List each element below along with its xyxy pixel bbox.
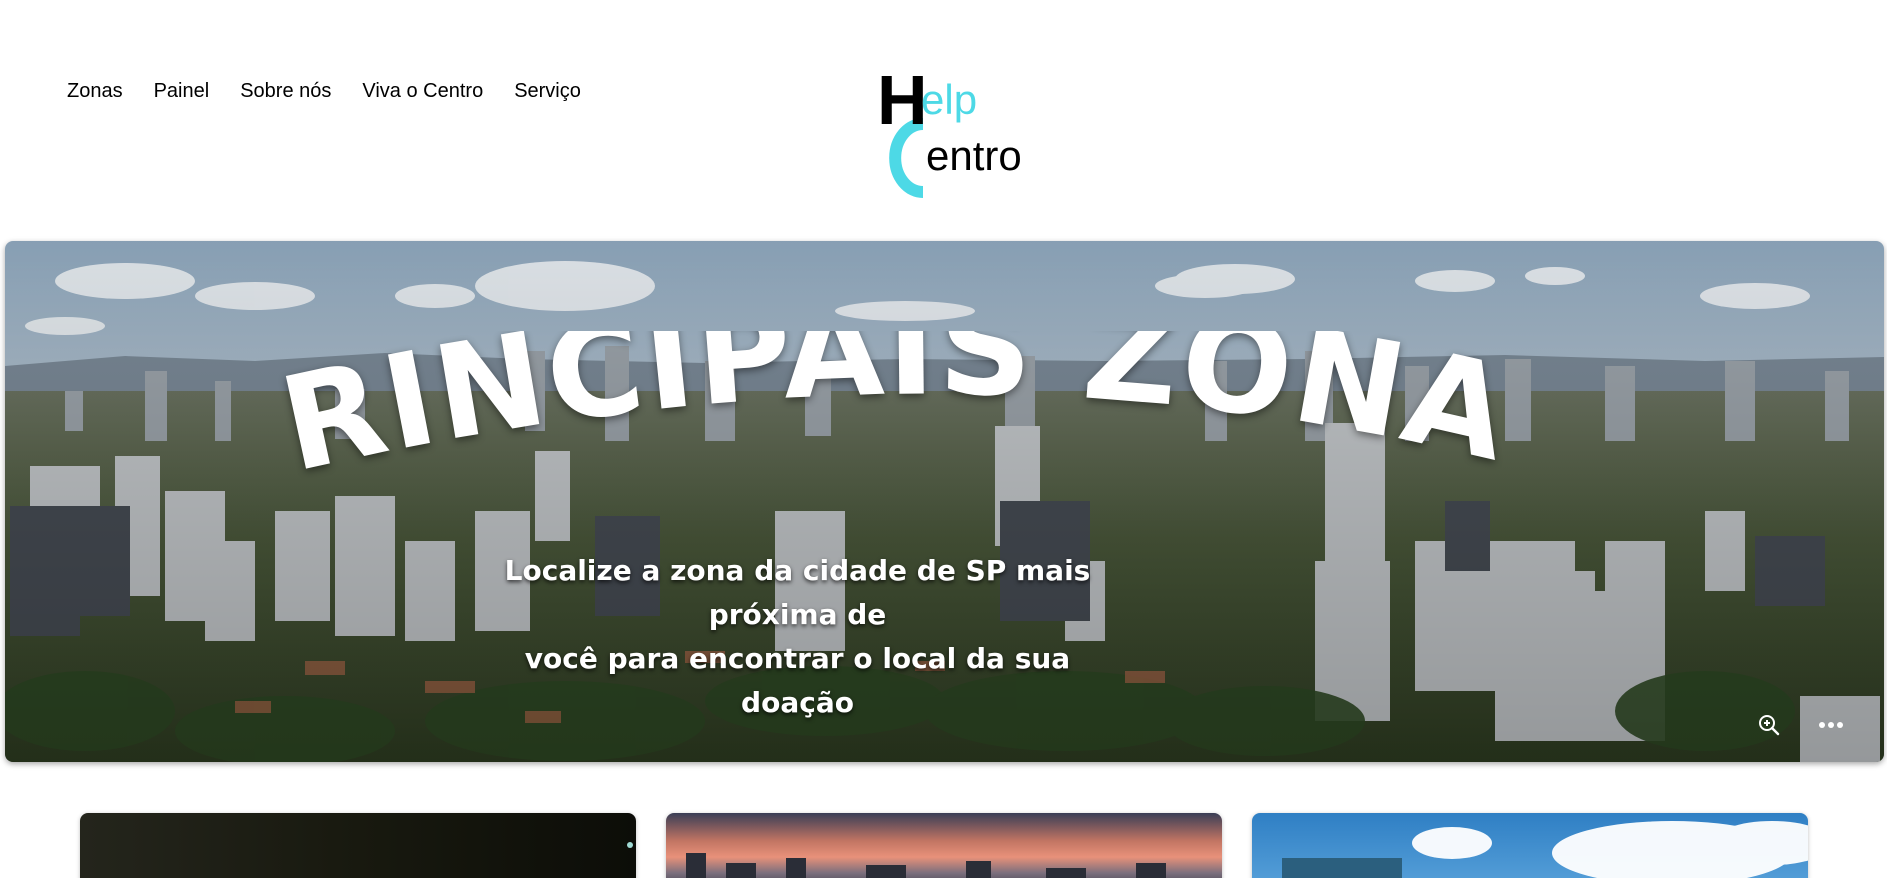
main-nav: Zonas Painel Sobre nós Viva o Centro Ser… <box>67 80 581 103</box>
hero-title-text: PRINCIPAIS ZONAS <box>5 331 1522 501</box>
logo-elp-text: elp <box>921 76 977 123</box>
zone-card-3[interactable] <box>1252 813 1808 878</box>
site-logo[interactable]: H elp entro <box>873 61 1043 202</box>
svg-text:PRINCIPAIS ZONAS: PRINCIPAIS ZONAS <box>5 331 1524 501</box>
hero-subtitle: Localize a zona da cidade de SP mais pró… <box>475 549 1120 725</box>
logo-graphic: H elp entro <box>877 61 1022 198</box>
hero-subtitle-line1: Localize a zona da cidade de SP mais pró… <box>504 554 1091 631</box>
zone-card-image <box>80 813 636 878</box>
zone-card-image <box>666 813 1222 878</box>
nav-item-sobre-nos[interactable]: Sobre nós <box>240 80 331 103</box>
hero-title: PRINCIPAIS ZONAS <box>5 331 1524 501</box>
hero-banner: PRINCIPAIS ZONAS Localize a zona da cida… <box>5 241 1884 762</box>
logo-h-letter: H <box>877 62 928 139</box>
zone-card-2[interactable] <box>666 813 1222 878</box>
hero-subtitle-line2: você para encontrar o local da sua doaçã… <box>524 642 1071 719</box>
zone-card-image <box>1252 813 1808 878</box>
nav-item-zonas[interactable]: Zonas <box>67 80 123 103</box>
nav-item-servico[interactable]: Serviço <box>514 80 581 103</box>
nav-item-painel[interactable]: Painel <box>154 80 210 103</box>
zoom-icon[interactable] <box>1754 710 1784 740</box>
more-icon[interactable] <box>1816 710 1846 740</box>
logo-entro-text: entro <box>926 132 1022 179</box>
zone-card-1[interactable] <box>80 813 636 878</box>
hero-toolbar <box>1754 710 1846 740</box>
page: Zonas Painel Sobre nós Viva o Centro Ser… <box>0 0 1887 878</box>
nav-item-viva-o-centro[interactable]: Viva o Centro <box>362 80 483 103</box>
